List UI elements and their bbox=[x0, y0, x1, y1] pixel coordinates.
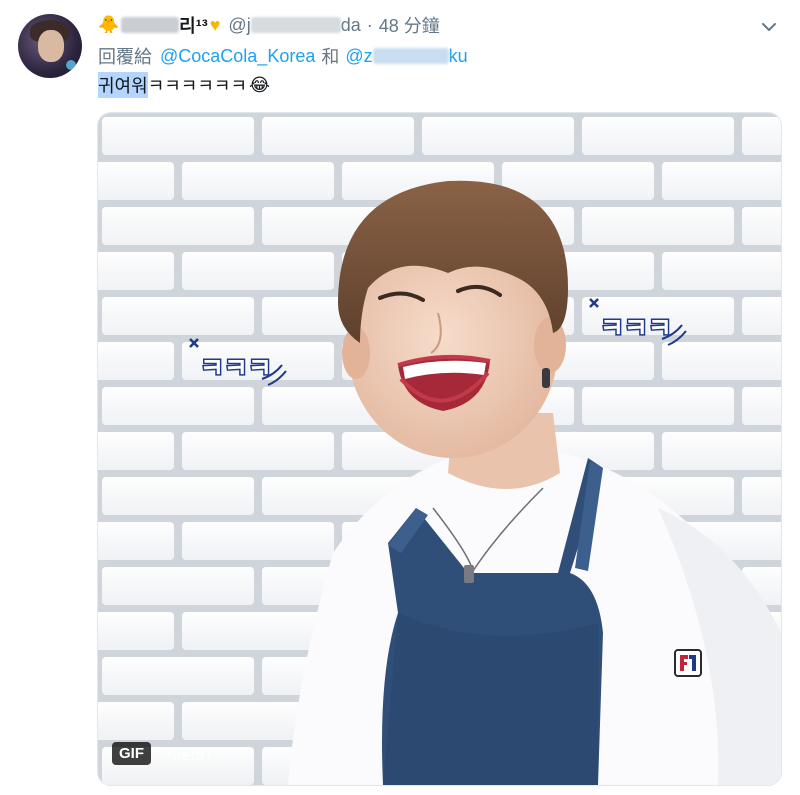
display-name-redacted bbox=[121, 17, 180, 33]
timestamp[interactable]: 48 分鐘 bbox=[379, 12, 440, 38]
mention-link-2-suffix[interactable]: ku bbox=[449, 46, 468, 67]
handle-redacted bbox=[250, 17, 341, 33]
tweet-text-highlighted: 귀여워 bbox=[98, 72, 148, 98]
separator-dot: · bbox=[366, 14, 373, 35]
chevron-down-icon[interactable] bbox=[760, 18, 778, 36]
reply-to-line: 回覆給 @CocaCola_Korea 和 @z ku bbox=[98, 43, 468, 69]
handle-suffix[interactable]: da bbox=[341, 15, 361, 36]
avatar[interactable] bbox=[18, 14, 82, 78]
handle-prefix[interactable]: @j bbox=[228, 15, 250, 36]
mention-link-1[interactable]: @CocaCola_Korea bbox=[160, 46, 315, 67]
reply-label: 回覆給 bbox=[98, 47, 152, 67]
avatar-light bbox=[66, 60, 76, 70]
gif-badge[interactable]: GIF bbox=[112, 742, 151, 765]
sticker-left-text: ㅋㅋㅋ bbox=[200, 354, 272, 384]
watermark-text: NIEDIT bbox=[168, 749, 214, 763]
sticker-right-text: ㅋㅋㅋ bbox=[600, 314, 672, 344]
reply-and: 和 bbox=[321, 47, 340, 67]
avatar-face bbox=[38, 30, 64, 62]
tweet-text-body: ㅋㅋㅋㅋㅋㅋ bbox=[147, 76, 248, 96]
tweet-header: 🐥 리¹³ ♥ @j da · 48 分鐘 bbox=[98, 12, 440, 38]
display-name[interactable]: 리¹³ bbox=[179, 12, 208, 38]
gif-frame-image: ㅋㅋㅋ ㅋㅋㅋ bbox=[98, 113, 781, 785]
tweet-text: 귀여워 ㅋㅋㅋㅋㅋㅋ 😂 bbox=[98, 72, 270, 98]
tears-of-joy-emoji: 😂 bbox=[249, 74, 271, 95]
yellow-heart-icon: ♥ bbox=[209, 14, 221, 35]
display-name-emoji: 🐥 bbox=[98, 15, 120, 34]
mention-link-2-prefix[interactable]: @z bbox=[345, 46, 372, 67]
gif-media[interactable]: ㅋㅋㅋ ㅋㅋㅋ GIF NIEDIT bbox=[97, 112, 782, 786]
mention-2-redacted bbox=[372, 48, 449, 64]
